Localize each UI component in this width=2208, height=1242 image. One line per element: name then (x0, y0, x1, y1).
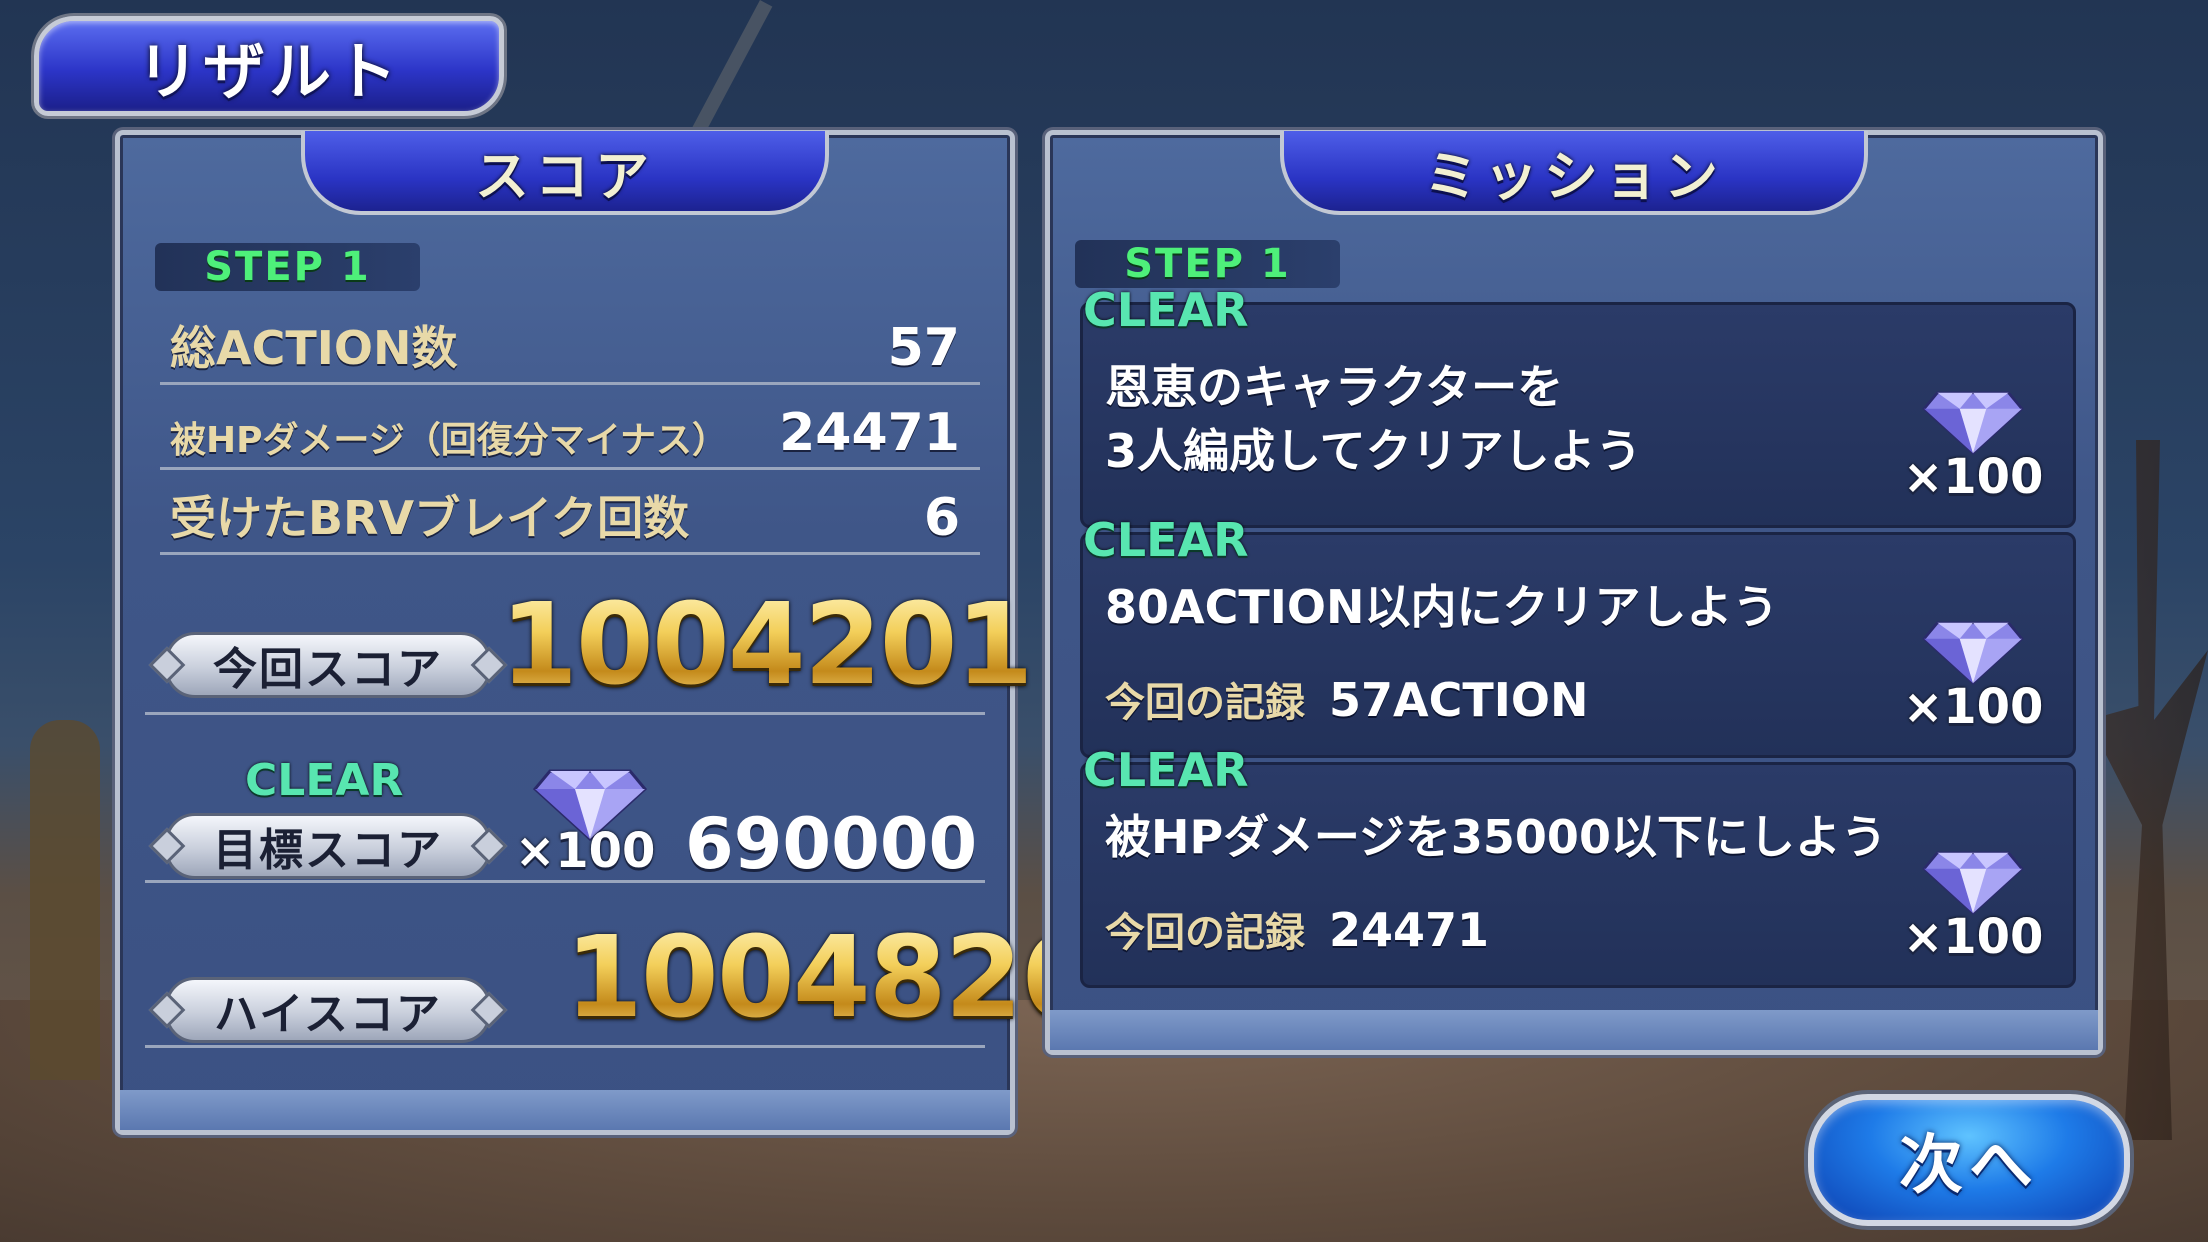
mission-panel-header: ミッション (1280, 131, 1868, 215)
high-score-row: ハイスコア 1004826 (145, 913, 1099, 1048)
score-panel-title: スコア (475, 144, 655, 208)
screen-title-banner: リザルト (34, 16, 504, 116)
mission-record-label: 今回の記録 (1105, 910, 1305, 956)
stat-value: 57 (887, 318, 960, 378)
stat-row-total-actions: 総ACTION数 57 (160, 313, 980, 385)
stat-label: 被HPダメージ（回復分マイナス） (170, 420, 728, 461)
mission-clear: CLEAR (1083, 743, 1249, 797)
mission-panel-title: ミッション (1424, 144, 1724, 208)
mission-record: 今回の記録 24471 (1105, 900, 1489, 958)
high-score-value: 1004826 (565, 913, 1099, 1043)
current-score-row: 今回スコア 1004201 (145, 580, 1034, 715)
target-score-label-pill: 目標スコア (165, 813, 491, 879)
target-score-label: 目標スコア (213, 825, 443, 876)
mission-step-label: STEP 1 (1124, 241, 1291, 287)
score-panel-header: スコア (301, 131, 829, 215)
mission-step-badge: STEP 1 (1075, 240, 1340, 288)
diamond-gem-icon (1922, 851, 2024, 915)
next-button-label: 次へ (1899, 1129, 2039, 1203)
stat-value: 24471 (779, 403, 960, 463)
mission-panel: ミッション STEP 1 CLEAR 恩恵のキャラクターを 3人編成してクリアし… (1045, 130, 2103, 1055)
mission-record: 今回の記録 57ACTION (1105, 670, 1588, 728)
mission-reward-amount: ×100 (1903, 449, 2044, 505)
mission-text-line1: 恩恵のキャラクターを (1105, 360, 1564, 414)
next-button[interactable]: 次へ (1808, 1094, 2130, 1226)
target-score-clear: CLEAR (245, 755, 404, 806)
mission-reward: ×100 (1903, 835, 2043, 985)
diamond-gem-icon (1922, 391, 2024, 455)
score-panel: スコア STEP 1 総ACTION数 57 被HPダメージ（回復分マイナス） … (115, 130, 1099, 1135)
high-score-label: ハイスコア (214, 989, 442, 1040)
mission-panel-footer (1050, 1010, 2098, 1050)
mission-text-line1: 80ACTION以内にクリアしよう (1105, 580, 1779, 634)
mission-card: CLEAR 恩恵のキャラクターを 3人編成してクリアしよう ×100 (1080, 283, 2076, 528)
score-step-badge: STEP 1 (155, 243, 420, 291)
mission-clear: CLEAR (1083, 283, 1249, 337)
target-score-row: CLEAR 目標スコア ×100 690000 (145, 745, 985, 885)
diamond-gem-icon (1922, 621, 2024, 685)
mission-reward: ×100 (1903, 605, 2043, 755)
background-cactus (30, 720, 100, 1080)
current-score-value: 1004201 (500, 580, 1034, 710)
stat-label: 受けたBRVブレイク回数 (170, 491, 690, 545)
target-score-value: 690000 (685, 803, 978, 885)
mission-reward-amount: ×100 (1903, 679, 2044, 735)
current-score-label-pill: 今回スコア (165, 632, 491, 698)
mission-reward: ×100 (1903, 375, 2043, 525)
stat-row-hp-damage: 被HPダメージ（回復分マイナス） 24471 (160, 398, 980, 470)
screen-title: リザルト (136, 35, 401, 108)
mission-record-value: 24471 (1329, 903, 1490, 957)
mission-record-value: 57ACTION (1329, 673, 1589, 727)
mission-card: CLEAR 80ACTION以内にクリアしよう 今回の記録 57ACTION ×… (1080, 513, 2076, 758)
high-score-label-pill: ハイスコア (165, 977, 491, 1043)
background-pole (689, 0, 773, 140)
stat-value: 6 (923, 488, 960, 548)
score-panel-footer (120, 1090, 1010, 1130)
mission-clear: CLEAR (1083, 513, 1249, 567)
mission-record-label: 今回の記録 (1105, 680, 1305, 726)
mission-text-line1: 被HPダメージを35000以下にしよう (1105, 810, 1887, 864)
mission-card: CLEAR 被HPダメージを35000以下にしよう 今回の記録 24471 ×1… (1080, 743, 2076, 988)
stat-label: 総ACTION数 (170, 321, 458, 375)
stat-row-brv-break: 受けたBRVブレイク回数 6 (160, 483, 980, 555)
current-score-label: 今回スコア (213, 644, 443, 695)
mission-reward-amount: ×100 (1903, 909, 2044, 965)
score-step-label: STEP 1 (204, 244, 371, 290)
mission-text-line2: 3人編成してクリアしよう (1105, 424, 1642, 478)
target-score-reward: ×100 (515, 823, 656, 879)
